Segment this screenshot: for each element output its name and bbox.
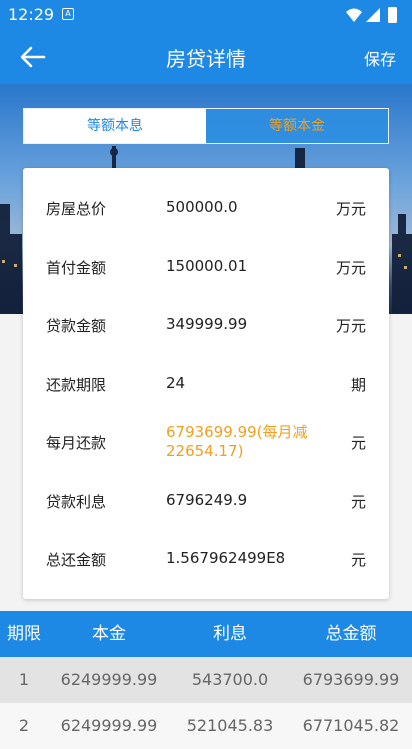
detail-value: 150000.01 [166, 257, 248, 275]
detail-unit: 期 [350, 376, 366, 394]
detail-unit: 元 [350, 551, 366, 569]
status-time: 12:29 [8, 5, 55, 24]
monthly-value-line2: 22654.17) [166, 442, 244, 460]
header-interest: 利息 [213, 624, 247, 644]
detail-row-interest: 贷款利息 6796249.9 元 [23, 481, 389, 521]
detail-row-term: 还款期限 24 期 [23, 364, 389, 404]
detail-value: 500000.0 [166, 198, 238, 216]
cell-interest: 543700.0 [191, 670, 269, 689]
wifi-icon [346, 8, 362, 22]
detail-unit: 万元 [335, 200, 366, 218]
tab-equal-principal[interactable]: 等额本金 [206, 109, 388, 143]
repayment-method-tabs: 等额本息 等额本金 [23, 108, 389, 144]
battery-icon [388, 7, 397, 23]
cell-total: 6771045.82 [302, 716, 400, 735]
detail-label: 房屋总价 [46, 200, 107, 218]
detail-unit: 万元 [335, 259, 366, 277]
detail-row-down-payment: 首付金额 150000.01 万元 [23, 247, 389, 287]
cell-total: 6793699.99 [302, 670, 400, 689]
cell-interest: 521045.83 [186, 716, 274, 735]
monthly-value-line1: 6793699.99(每月减 [166, 423, 308, 441]
detail-label: 总还金额 [46, 551, 107, 569]
header-period: 期限 [7, 624, 41, 644]
detail-value: 349999.99 [166, 315, 248, 333]
status-bar: 12:29 A [0, 0, 412, 30]
table-row: 1 6249999.99 543700.0 6793699.99 [0, 657, 412, 703]
cell-period: 1 [18, 670, 30, 689]
detail-unit: 万元 [335, 317, 366, 335]
page-title: 房贷详情 [166, 47, 246, 71]
detail-label: 首付金额 [46, 259, 107, 277]
detail-value-monthly: 6793699.99(每月减 22654.17) [166, 423, 326, 461]
detail-row-total-price: 房屋总价 500000.0 万元 [23, 188, 389, 228]
detail-label: 贷款金额 [46, 317, 107, 335]
detail-label: 贷款利息 [46, 493, 107, 511]
detail-unit: 元 [350, 434, 366, 452]
system-status-icons [346, 7, 397, 23]
cell-principal: 6249999.99 [60, 716, 158, 735]
schedule-table-header: 期限 本金 利息 总金额 [0, 611, 412, 657]
detail-row-loan-amount: 贷款金额 349999.99 万元 [23, 305, 389, 345]
header-principal: 本金 [92, 624, 126, 644]
cell-period: 2 [18, 716, 30, 735]
detail-value: 1.567962499E8 [166, 549, 286, 567]
header-total: 总金额 [325, 624, 377, 644]
detail-label: 每月还款 [46, 434, 107, 452]
tab-equal-installment[interactable]: 等额本息 [24, 109, 206, 143]
cell-principal: 6249999.99 [60, 670, 158, 689]
signal-icon [366, 8, 380, 22]
save-button[interactable]: 保存 [364, 46, 396, 70]
app-bar: 房贷详情 保存 [0, 30, 412, 84]
detail-row-total-repay: 总还金额 1.567962499E8 元 [23, 539, 389, 579]
loan-details-card: 房屋总价 500000.0 万元 首付金额 150000.01 万元 贷款金额 … [23, 168, 389, 599]
detail-value: 24 [166, 374, 186, 392]
detail-unit: 元 [350, 493, 366, 511]
detail-row-monthly-payment: 每月还款 6793699.99(每月减 22654.17) 元 [23, 422, 389, 462]
notification-icon: A [62, 8, 74, 20]
detail-label: 还款期限 [46, 376, 107, 394]
table-row: 2 6249999.99 521045.83 6771045.82 [0, 703, 412, 749]
detail-value: 6796249.9 [166, 491, 248, 509]
